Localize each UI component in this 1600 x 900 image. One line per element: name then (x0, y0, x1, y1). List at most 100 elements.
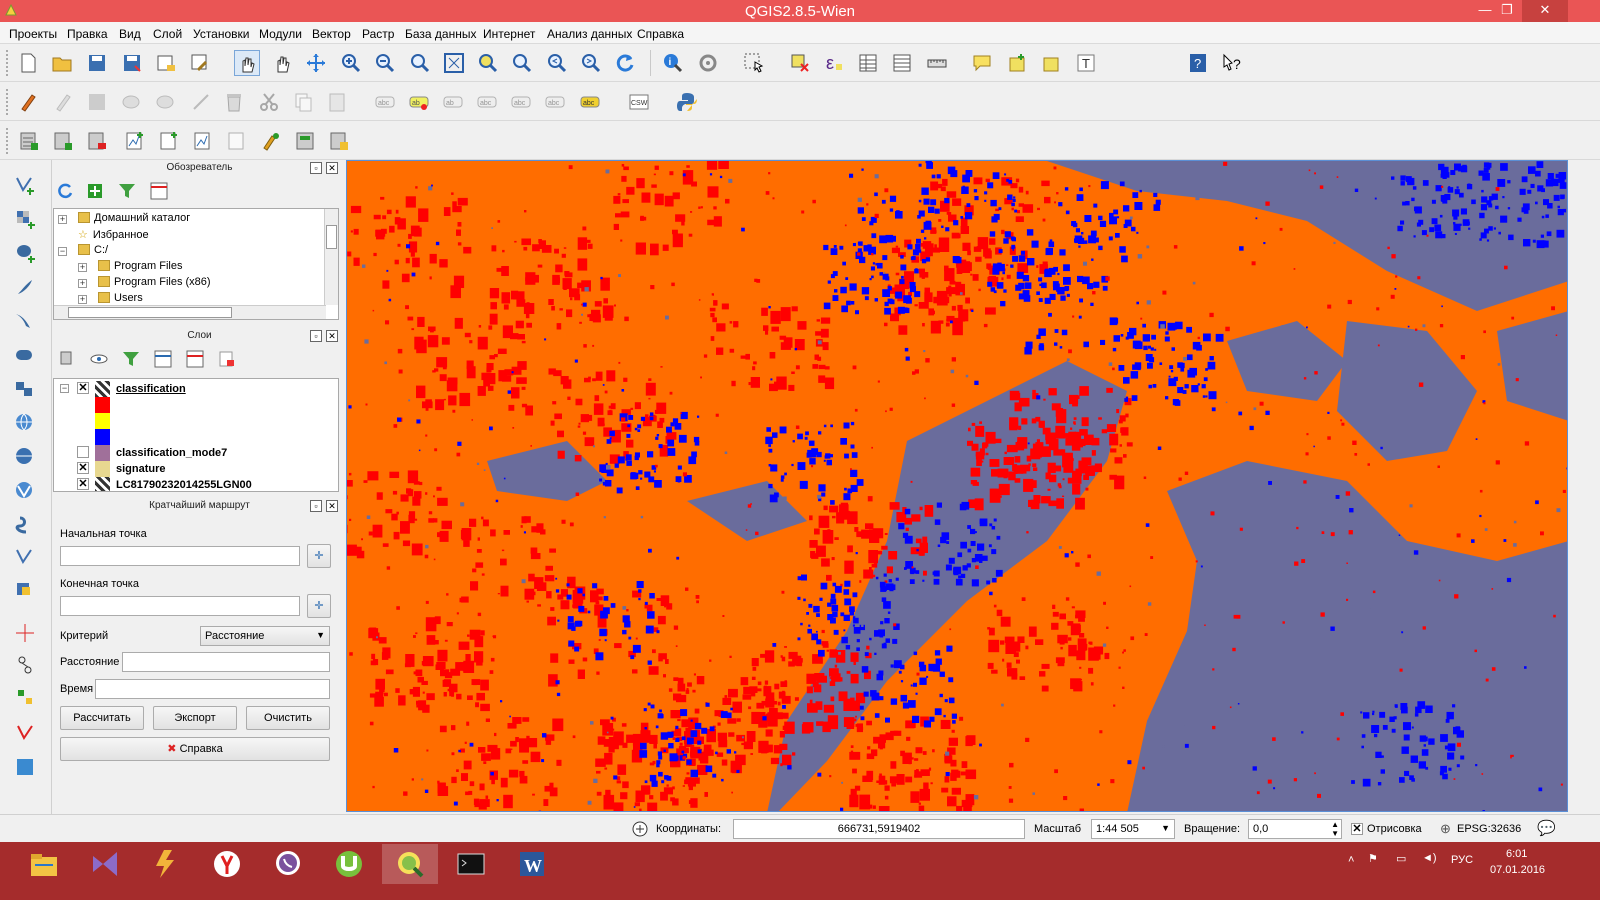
select-features-icon[interactable] (741, 50, 767, 76)
save-project-icon[interactable] (84, 50, 110, 76)
export-button[interactable]: Экспорт (153, 706, 237, 730)
menu-layer[interactable]: Слой (153, 27, 182, 41)
new-temp-layer-icon[interactable] (190, 128, 216, 154)
start-point-input[interactable] (60, 546, 300, 566)
refresh-icon[interactable] (612, 50, 638, 76)
zoom-native-icon[interactable] (407, 50, 433, 76)
field-calculator-icon[interactable] (889, 50, 915, 76)
map-export-icon[interactable] (12, 754, 38, 780)
csw-icon[interactable]: CSW (626, 89, 652, 115)
python-console-icon[interactable] (674, 89, 700, 115)
add-oracle-icon[interactable] (12, 342, 38, 368)
new-print-composer-icon[interactable] (153, 50, 179, 76)
layer-checkbox-classification-mode7[interactable]: . (77, 446, 89, 458)
close-button[interactable]: ✕ (1522, 0, 1568, 22)
move-feature-icon[interactable] (152, 89, 178, 115)
float-panel-button[interactable]: ▫ (310, 500, 322, 512)
layer-labeling-options-icon[interactable]: abc (372, 89, 398, 115)
vertical-scrollbar[interactable] (324, 209, 338, 305)
menu-vector[interactable]: Вектор (312, 27, 351, 41)
zoom-out-icon[interactable] (372, 50, 398, 76)
volume-icon[interactable]: ◄) (1422, 852, 1437, 864)
zoom-full-icon[interactable] (441, 50, 467, 76)
zoom-to-layer-icon[interactable] (475, 50, 501, 76)
new-spatialite-layer-icon[interactable] (156, 128, 182, 154)
whats-this-icon[interactable]: ? (1219, 50, 1245, 76)
pan-to-selection-icon[interactable] (303, 50, 329, 76)
coordinates-field[interactable]: 666731,5919402 (733, 819, 1025, 839)
menu-raster[interactable]: Растр (362, 27, 394, 41)
route-tool-icon[interactable] (12, 652, 38, 678)
menu-database[interactable]: База данных (405, 27, 476, 41)
add-wms-icon[interactable] (12, 410, 38, 436)
action-center-icon[interactable]: ⚑ (1368, 852, 1378, 865)
new-layer-group-icon[interactable] (12, 576, 38, 602)
add-wfs-icon[interactable] (12, 478, 38, 504)
new-project-icon[interactable] (15, 50, 41, 76)
maximize-button[interactable]: ❐ (1492, 0, 1522, 22)
layer-checkbox-signature[interactable]: ✕ (77, 462, 89, 474)
zoom-in-icon[interactable] (338, 50, 364, 76)
gps-tools-icon[interactable] (12, 720, 38, 746)
pan-map-icon[interactable] (270, 50, 296, 76)
touch-zoom-pan-icon[interactable] (234, 50, 260, 76)
close-panel-button[interactable]: ✕ (326, 162, 338, 174)
menu-edit[interactable]: Правка (67, 27, 108, 41)
file-explorer-icon[interactable] (16, 844, 72, 884)
run-feature-action-icon[interactable] (695, 50, 721, 76)
add-delimited-text-layer-icon[interactable] (12, 512, 38, 538)
menu-settings[interactable]: Установки (193, 27, 249, 41)
yandex-browser-icon[interactable] (199, 844, 255, 884)
paste-features-icon[interactable] (324, 89, 350, 115)
add-delimited-text-icon[interactable] (326, 128, 352, 154)
menu-plugins[interactable]: Модули (259, 27, 302, 41)
add-postgis-icon[interactable] (12, 240, 38, 266)
add-mssql-icon[interactable] (12, 308, 38, 334)
layer-name-signature[interactable]: signature (116, 463, 166, 475)
zoom-next-icon[interactable] (578, 50, 604, 76)
filter-legend-icon[interactable] (118, 346, 144, 372)
map-tips-icon[interactable] (969, 50, 995, 76)
measure-line-icon[interactable] (924, 50, 950, 76)
message-log-icon[interactable]: 💬 (1537, 819, 1556, 837)
add-vector-icon[interactable] (12, 172, 38, 198)
distance-field[interactable] (122, 652, 330, 672)
capture-start-point-button[interactable]: ✛ (307, 544, 331, 568)
remove-layer-group-icon[interactable] (214, 346, 240, 372)
label-show-hide-icon[interactable]: abc (474, 89, 500, 115)
new-bookmark-icon[interactable] (1004, 50, 1030, 76)
collapse-all-icon[interactable] (146, 178, 172, 204)
network-icon[interactable]: ▭ (1396, 852, 1406, 865)
utorrent-icon[interactable] (321, 844, 377, 884)
new-gpx-layer-icon[interactable] (224, 128, 250, 154)
composer-manager-icon[interactable] (187, 50, 213, 76)
toggle-editing-icon[interactable] (50, 89, 76, 115)
layer-name-classification-mode7[interactable]: classification_mode7 (116, 447, 227, 459)
viber-icon[interactable] (260, 844, 316, 884)
scale-combo[interactable]: 1:44 505 ▼ (1091, 819, 1175, 839)
rotation-spinbox[interactable]: 0,0 ▲ ▼ (1248, 819, 1342, 839)
raster-calculator-icon[interactable] (292, 128, 318, 154)
help-contents-icon[interactable]: ? (1185, 50, 1211, 76)
deselect-all-icon[interactable] (787, 50, 813, 76)
visual-studio-icon[interactable] (77, 844, 133, 884)
word-icon[interactable]: W (504, 844, 560, 884)
close-panel-button[interactable]: ✕ (326, 500, 338, 512)
zoom-last-icon[interactable] (544, 50, 570, 76)
horizontal-scrollbar[interactable] (54, 305, 326, 319)
new-vector-layer-icon[interactable] (12, 544, 38, 570)
add-selected-layers-icon[interactable] (82, 178, 108, 204)
expand-all-icon[interactable] (150, 346, 176, 372)
digitize-points-icon[interactable] (12, 684, 38, 710)
label-highlight-icon[interactable]: ab (440, 89, 466, 115)
add-wcs-icon[interactable] (12, 444, 38, 470)
calculate-button[interactable]: Рассчитать (60, 706, 144, 730)
coordinate-toggle-icon[interactable] (627, 816, 653, 842)
refresh-browser-icon[interactable] (52, 178, 78, 204)
filter-browser-icon[interactable] (114, 178, 140, 204)
expand-classification[interactable]: − (60, 384, 69, 393)
menu-view[interactable]: Вид (119, 27, 141, 41)
label-rotate-icon[interactable]: abc (542, 89, 568, 115)
remove-layer-icon[interactable] (84, 128, 110, 154)
time-field[interactable] (95, 679, 330, 699)
